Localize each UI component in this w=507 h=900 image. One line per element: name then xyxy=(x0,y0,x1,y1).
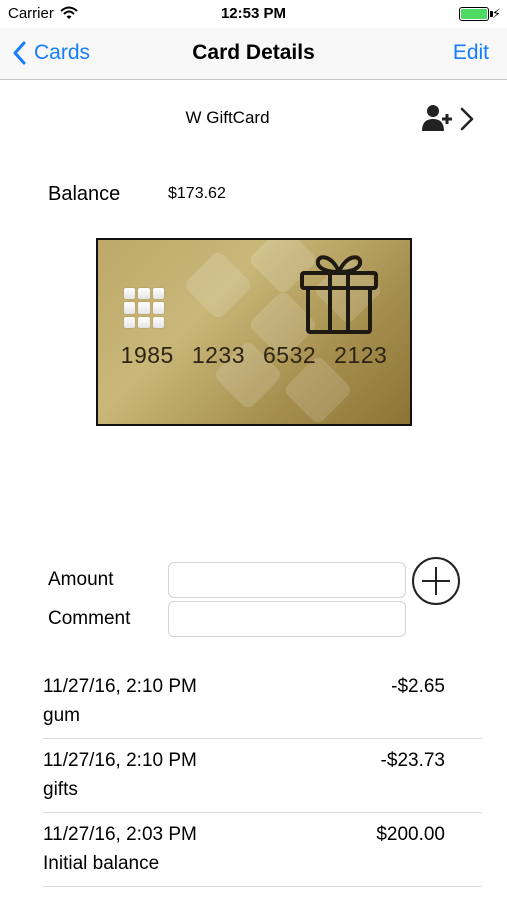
transaction-row[interactable]: 11/27/16, 2:10 PM -$23.73 gifts xyxy=(0,739,507,813)
transaction-comment: Initial balance xyxy=(43,853,160,874)
battery-fill xyxy=(461,9,487,19)
transaction-row[interactable]: 11/27/16, 2:10 PM -$2.65 gum xyxy=(0,665,507,739)
page-title: Card Details xyxy=(192,41,315,64)
gift-icon xyxy=(300,255,378,334)
transaction-amount: $200.00 xyxy=(376,824,445,845)
transaction-amount: -$23.73 xyxy=(380,750,445,771)
transaction-date: 11/27/16, 2:03 PM xyxy=(43,824,197,845)
transaction-comment: gum xyxy=(43,705,80,726)
transaction-date: 11/27/16, 2:10 PM xyxy=(43,750,197,771)
transaction-comment: gifts xyxy=(43,779,78,800)
balance-value: $173.62 xyxy=(168,185,226,202)
comment-field[interactable] xyxy=(168,601,406,637)
charging-bolt-icon: ⚡ xyxy=(491,6,501,21)
row-divider xyxy=(43,886,482,887)
transaction-amount: -$2.65 xyxy=(391,676,445,697)
balance-label: Balance xyxy=(48,183,121,205)
edit-button[interactable]: Edit xyxy=(453,41,489,65)
chevron-right-icon xyxy=(460,107,474,131)
transaction-date: 11/27/16, 2:10 PM xyxy=(43,676,197,697)
amount-label: Amount xyxy=(48,569,114,590)
battery-icon xyxy=(459,7,489,21)
plus-circle-icon xyxy=(412,557,460,605)
card-number-group: 1233 xyxy=(191,342,245,368)
share-card-button[interactable] xyxy=(420,103,478,135)
card-chip-icon xyxy=(124,288,164,328)
card-number-group: 6532 xyxy=(263,342,317,368)
status-time: 12:53 PM xyxy=(220,5,287,22)
add-transaction-button[interactable] xyxy=(411,556,461,606)
transaction-list: 11/27/16, 2:10 PM -$2.65 gum 11/27/16, 2… xyxy=(0,665,507,887)
card-number-group: 1985 xyxy=(120,342,174,368)
status-bar: Carrier 12:53 PM ⚡ xyxy=(0,0,507,28)
navigation-bar: Cards Card Details Edit xyxy=(0,28,507,80)
gift-card-image: 1985 1233 6532 2123 xyxy=(96,238,412,426)
card-number-group: 2123 xyxy=(334,342,388,368)
transaction-row[interactable]: 11/27/16, 2:03 PM $200.00 Initial balanc… xyxy=(0,813,507,887)
amount-field[interactable] xyxy=(168,562,406,598)
card-name: W GiftCard xyxy=(185,108,270,127)
card-number: 1985 1233 6532 2123 xyxy=(98,342,410,369)
comment-label: Comment xyxy=(48,608,131,629)
add-person-icon xyxy=(422,105,452,131)
